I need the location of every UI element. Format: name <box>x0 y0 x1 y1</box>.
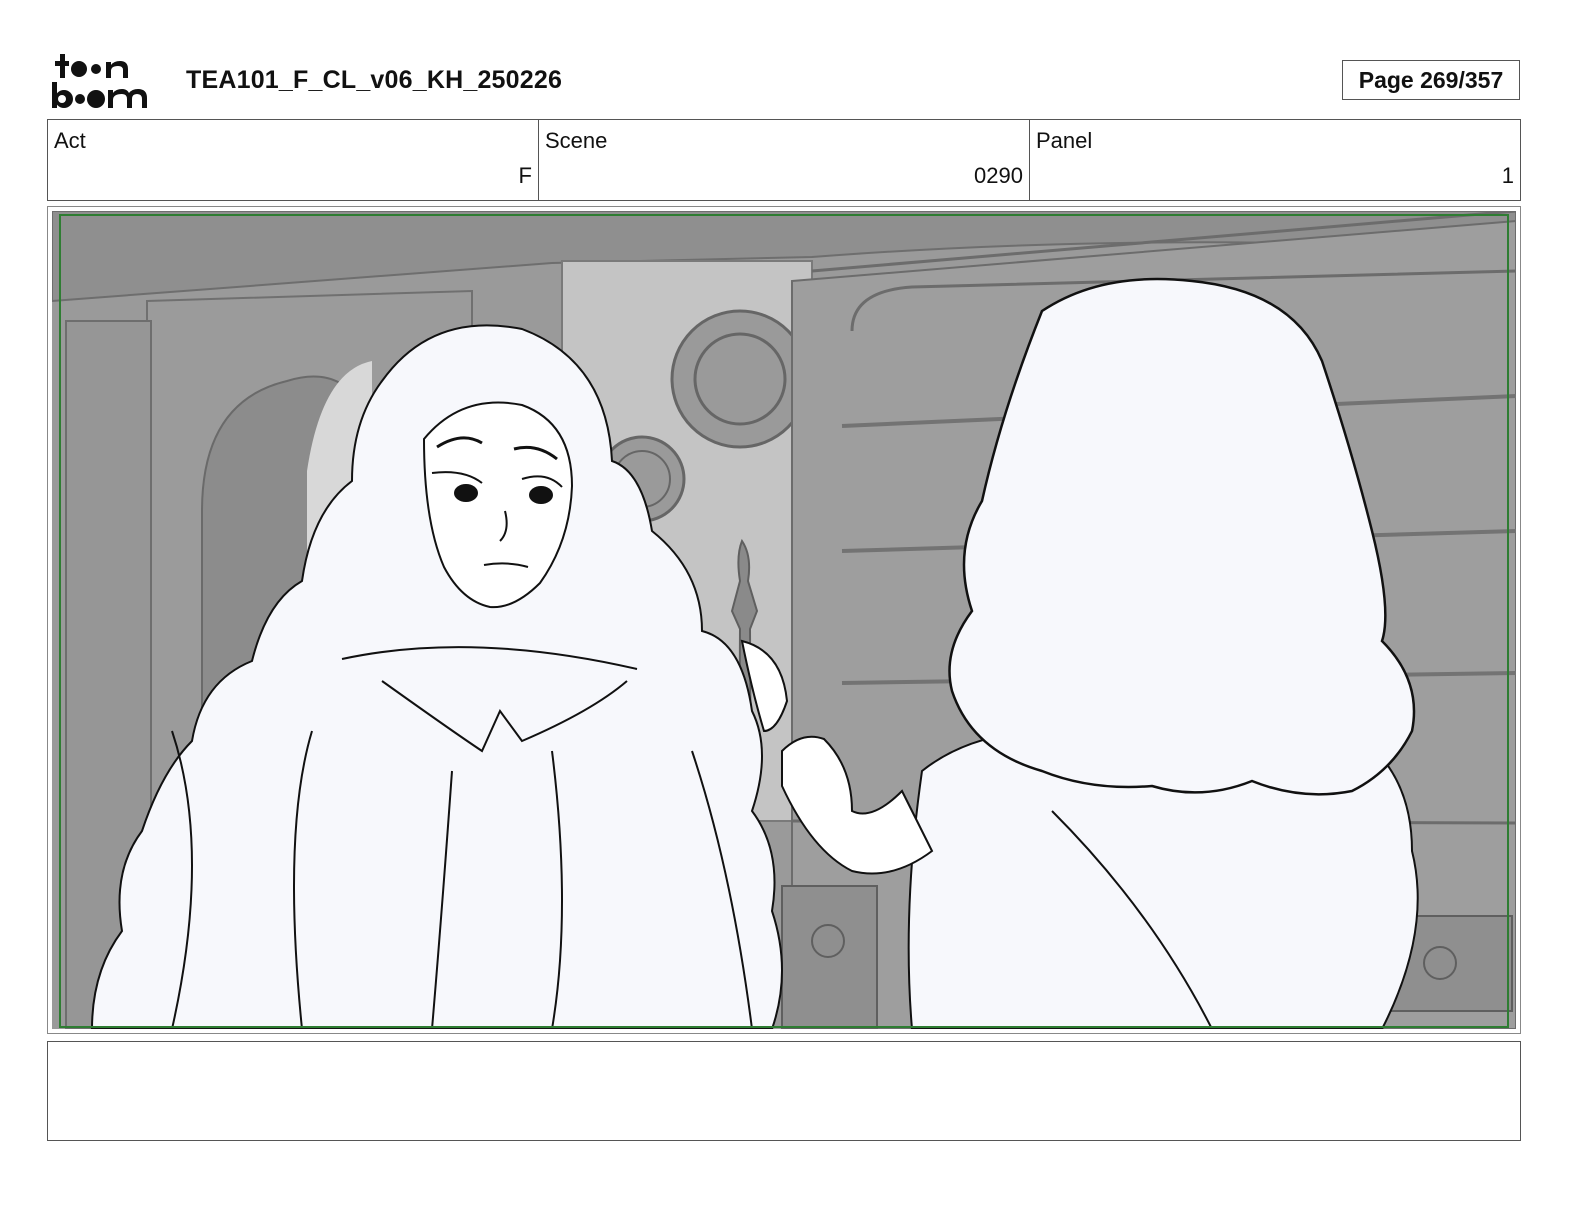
panel-value: 1 <box>1501 163 1514 188</box>
toon-boom-logo <box>52 54 147 108</box>
document-title: TEA101_F_CL_v06_KH_250226 <box>186 66 563 94</box>
page-indicator: Page 269/357 <box>1342 60 1520 100</box>
act-value: F <box>518 163 532 188</box>
panel-info-row: Act F Scene 0290 Panel 1 <box>47 119 1521 201</box>
scene-value: 0290 <box>974 163 1023 188</box>
wall-plate-large <box>670 309 810 449</box>
left-character-eye <box>454 484 478 502</box>
panel-notes-box <box>47 1041 1521 1141</box>
panel-label: Panel <box>1036 128 1093 153</box>
scene-cell: Scene 0290 <box>539 120 1030 200</box>
storyboard-panel <box>47 206 1521 1034</box>
panel-cell: Panel 1 <box>1030 120 1520 200</box>
panel-drawing <box>52 211 1516 1029</box>
scene-label: Scene <box>545 128 608 153</box>
act-cell: Act F <box>48 120 539 200</box>
left-character-eye-right <box>529 486 553 504</box>
act-label: Act <box>54 128 86 153</box>
